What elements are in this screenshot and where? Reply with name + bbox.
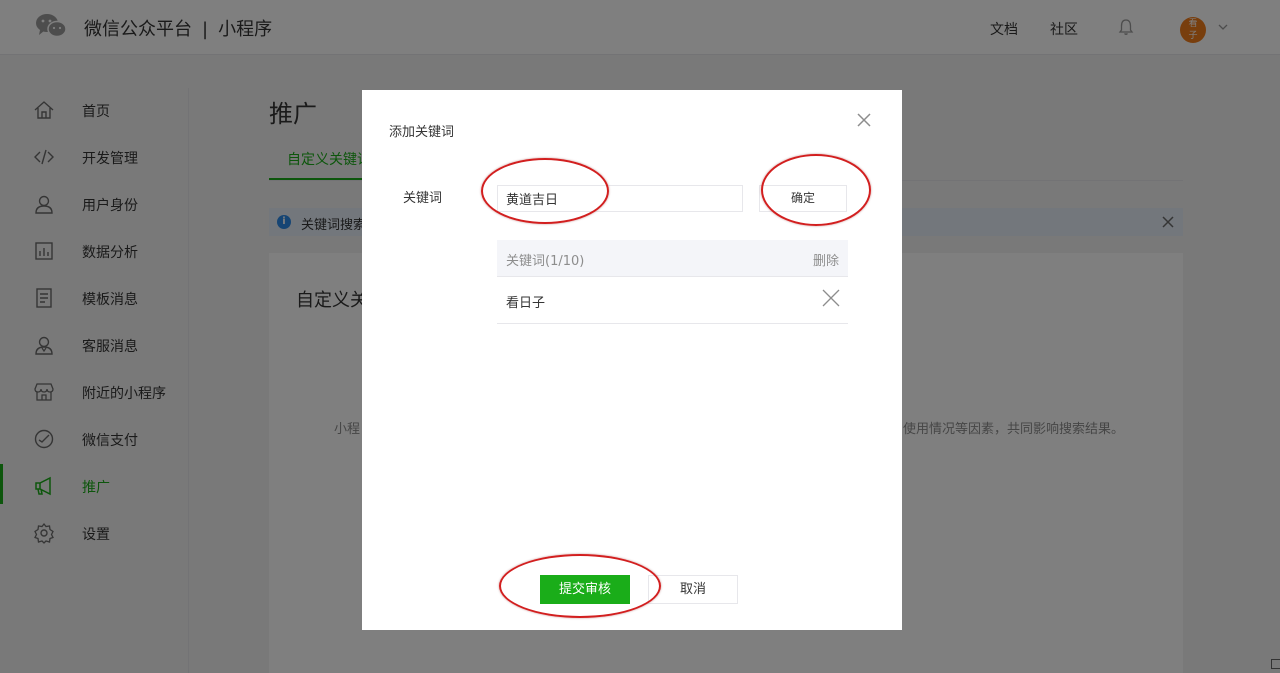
close-icon[interactable] (856, 112, 872, 128)
keyword-label: 关键词 (403, 191, 443, 206)
delete-icon[interactable] (822, 289, 840, 307)
add-keyword-dialog: 添加关键词 关键词 确定 关键词(1/10) 删除 看日子 提交审核 取消 (362, 90, 902, 630)
keyword-table-header: 关键词(1/10) 删除 (497, 240, 848, 277)
cancel-button[interactable]: 取消 (648, 575, 738, 604)
table-row: 看日子 (497, 277, 848, 324)
resize-handle (1271, 659, 1280, 669)
keyword-table: 关键词(1/10) 删除 看日子 (497, 240, 848, 324)
keyword-count-header: 关键词(1/10) (506, 254, 585, 269)
submit-review-button[interactable]: 提交审核 (540, 575, 630, 604)
confirm-button[interactable]: 确定 (759, 185, 847, 212)
dialog-title: 添加关键词 (389, 125, 455, 140)
keyword-input[interactable] (497, 185, 743, 212)
keyword-value: 看日子 (506, 296, 546, 311)
delete-header: 删除 (812, 254, 839, 269)
